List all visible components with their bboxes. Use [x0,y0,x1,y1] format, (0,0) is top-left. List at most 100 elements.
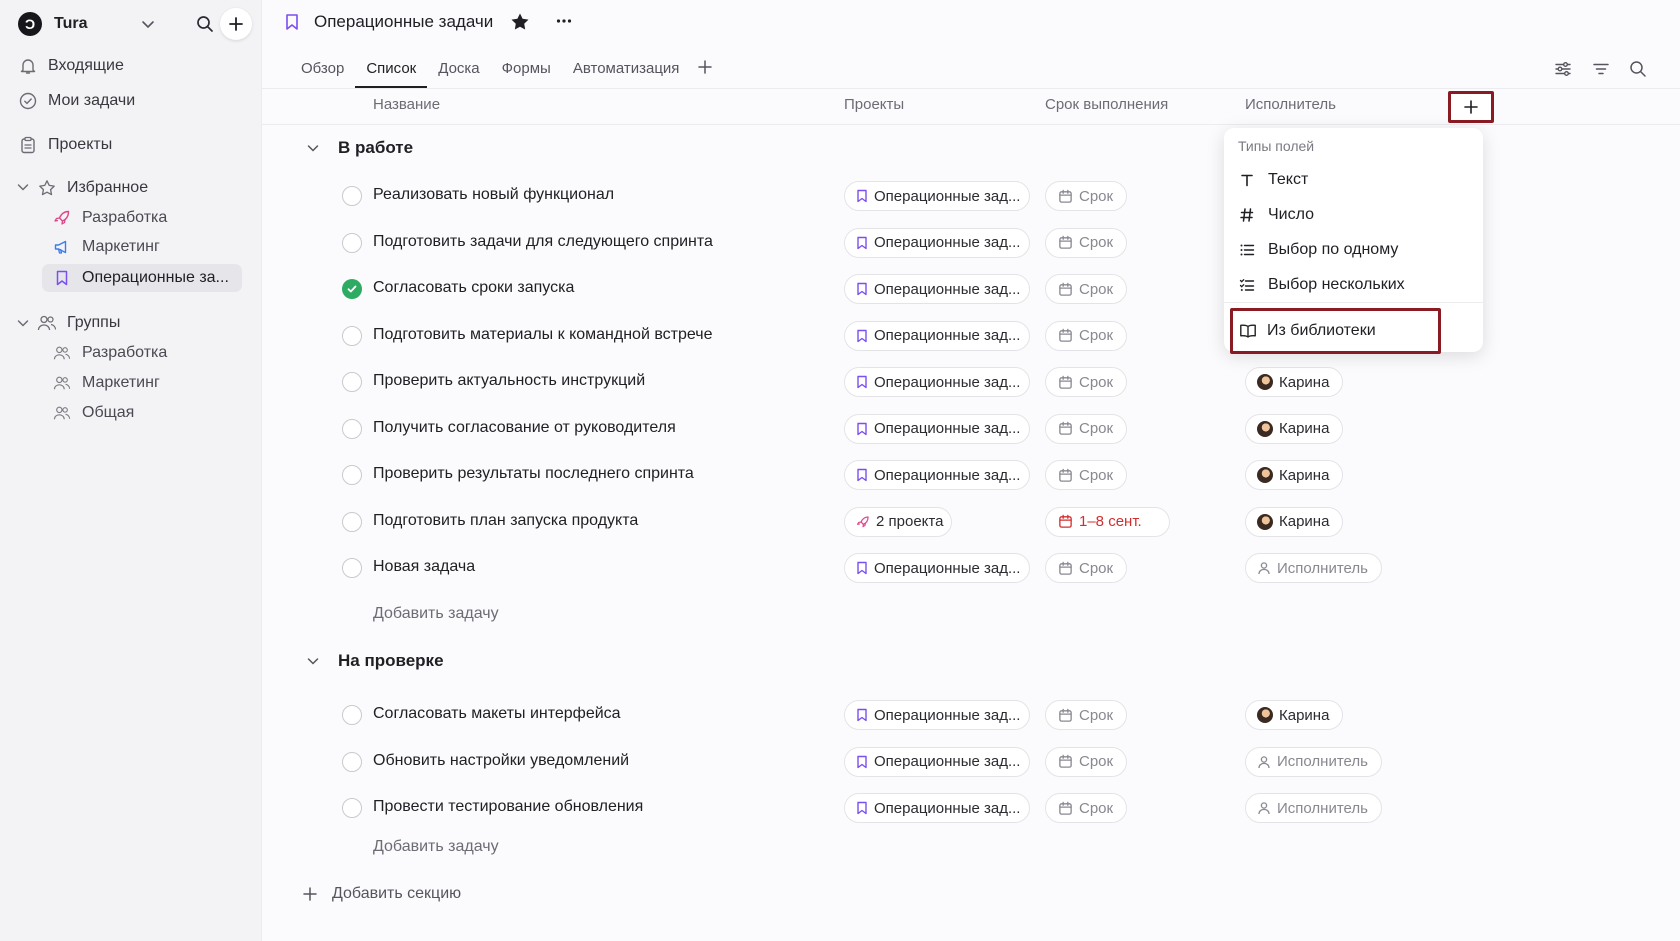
chevron-down-icon[interactable] [140,16,156,32]
due-date-chip[interactable]: Срок [1045,793,1128,823]
project-chip[interactable]: Операционные зад... [844,700,1030,730]
tab-overview[interactable]: Обзор [290,52,355,88]
project-chip[interactable]: Операционные зад... [844,227,1030,258]
task-checkbox[interactable] [342,279,362,299]
sidebar-item-razrabotka[interactable]: Разработка [42,204,242,232]
nav-inbox[interactable]: Входящие [18,52,124,80]
due-date-chip[interactable]: Срок [1045,320,1128,351]
due-date-chip[interactable]: Срок [1045,181,1128,211]
project-chip[interactable]: Операционные зад... [844,793,1030,823]
filter-icon[interactable] [1590,58,1612,80]
more-options-button[interactable] [555,12,573,30]
tab-board[interactable]: Доска [427,52,490,88]
task-checkbox[interactable] [342,325,362,346]
task-checkbox[interactable] [342,798,362,818]
sidebar-item-marketing[interactable]: Маркетинг [42,233,242,261]
add-task-button[interactable]: Добавить задачу [373,838,499,856]
field-type-single-select[interactable]: Выбор по одному [1238,238,1398,262]
chevron-down-icon[interactable] [306,141,320,155]
assignee-chip[interactable]: Карина [1245,367,1344,397]
tab-list[interactable]: Список [355,52,428,88]
nav-my-tasks[interactable]: Мои задачи [18,87,135,115]
due-date-chip[interactable]: Срок [1045,367,1128,397]
due-date-chip[interactable]: Срок [1045,553,1128,583]
project-chip[interactable]: Операционные зад... [844,460,1030,490]
due-date-chip[interactable]: 1–8 сент. [1045,506,1170,537]
table-row[interactable]: Проверить результаты последнего спринта О… [262,452,1680,498]
task-title[interactable]: Подготовить план запуска продукта [373,512,638,530]
nav-projects[interactable]: Проекты [18,131,112,159]
table-row[interactable]: Подготовить план запуска продукта 2 проек… [262,499,1680,545]
groups-header[interactable]: Группы [37,309,120,337]
add-task-button[interactable]: Добавить задачу [373,605,499,623]
task-title[interactable]: Получить согласование от руководителя [373,419,676,437]
assignee-chip[interactable]: Исполнитель [1245,746,1382,777]
field-type-number[interactable]: Число [1238,203,1314,227]
task-checkbox[interactable] [342,232,362,253]
assignee-chip[interactable]: Исполнитель [1245,553,1382,583]
task-checkbox[interactable] [342,465,362,485]
tab-automation[interactable]: Автоматизация [562,52,691,88]
task-checkbox[interactable] [342,418,362,439]
assignee-chip[interactable]: Исполнитель [1245,793,1382,823]
assignee-chip[interactable]: Карина [1245,460,1344,490]
project-chip[interactable]: Операционные зад... [844,367,1030,397]
task-title[interactable]: Согласовать сроки запуска [373,279,574,297]
table-row[interactable]: Согласовать макеты интерфейса Операционны… [262,692,1680,738]
project-chip[interactable]: Операционные зад... [844,413,1030,444]
task-title[interactable]: Проверить результаты последнего спринта [373,465,694,483]
table-row[interactable]: Провести тестирование обновления Операцио… [262,785,1680,831]
section-header[interactable]: На проверке [306,648,444,674]
task-title[interactable]: Провести тестирование обновления [373,798,643,816]
table-row[interactable]: Проверить актуальность инструкций Операци… [262,359,1680,405]
search-icon[interactable] [193,12,217,36]
chevron-down-icon[interactable] [16,316,30,330]
sidebar-group-marketing[interactable]: Маркетинг [42,369,242,397]
project-chip[interactable]: Операционные зад... [844,274,1030,304]
column-header-due[interactable]: Срок выполнения [1045,96,1168,113]
assignee-chip[interactable]: Карина [1245,413,1344,444]
column-header-name[interactable]: Название [373,96,440,113]
assignee-chip[interactable]: Карина [1245,700,1344,730]
task-checkbox[interactable] [342,558,362,578]
favorites-header[interactable]: Избранное [37,174,148,202]
task-title[interactable]: Проверить актуальность инструкций [373,372,645,390]
due-date-chip[interactable]: Срок [1045,746,1128,777]
add-column-button[interactable] [1448,91,1494,123]
due-date-chip[interactable]: Срок [1045,227,1128,258]
add-section-button[interactable]: Добавить секцию [302,884,461,904]
star-filled-icon[interactable] [510,12,530,32]
table-row[interactable]: Обновить настройки уведомлений Операционн… [262,739,1680,785]
task-title[interactable]: Обновить настройки уведомлений [373,752,629,770]
project-chip[interactable]: 2 проекта [844,506,952,537]
chevron-down-icon[interactable] [16,180,30,194]
project-chip[interactable]: Операционные зад... [844,553,1030,583]
add-tab-button[interactable] [690,52,720,74]
sidebar-item-operations[interactable]: Операционные за... [42,264,242,292]
task-checkbox[interactable] [342,372,362,392]
task-title[interactable]: Согласовать макеты интерфейса [373,705,621,723]
section-header[interactable]: В работе [306,135,413,161]
task-checkbox[interactable] [342,186,362,206]
task-title[interactable]: Реализовать новый функционал [373,186,614,204]
create-button[interactable] [220,8,252,40]
due-date-chip[interactable]: Срок [1045,700,1128,730]
search-icon[interactable] [1627,58,1649,80]
table-row[interactable]: Получить согласование от руководителя Опе… [262,406,1680,452]
sidebar-group-general[interactable]: Общая [42,399,242,427]
due-date-chip[interactable]: Срок [1045,274,1128,304]
task-title[interactable]: Подготовить материалы к командной встреч… [373,326,712,344]
field-type-text[interactable]: Текст [1238,168,1308,192]
sidebar-group-razrabotka[interactable]: Разработка [42,339,242,367]
tab-forms[interactable]: Формы [491,52,562,88]
chevron-down-icon[interactable] [306,654,320,668]
assignee-chip[interactable]: Карина [1245,506,1344,537]
column-header-assignee[interactable]: Исполнитель [1245,96,1336,113]
table-row[interactable]: Новая задача Операционные зад... Срок Испол… [262,545,1680,591]
field-type-from-library[interactable]: Из библиотеки [1230,308,1441,354]
workspace-switcher[interactable]: Ɔ Tura [18,8,253,40]
settings-sliders-icon[interactable] [1552,58,1574,80]
task-checkbox[interactable] [342,511,362,532]
due-date-chip[interactable]: Срок [1045,460,1128,490]
project-chip[interactable]: Операционные зад... [844,746,1030,777]
